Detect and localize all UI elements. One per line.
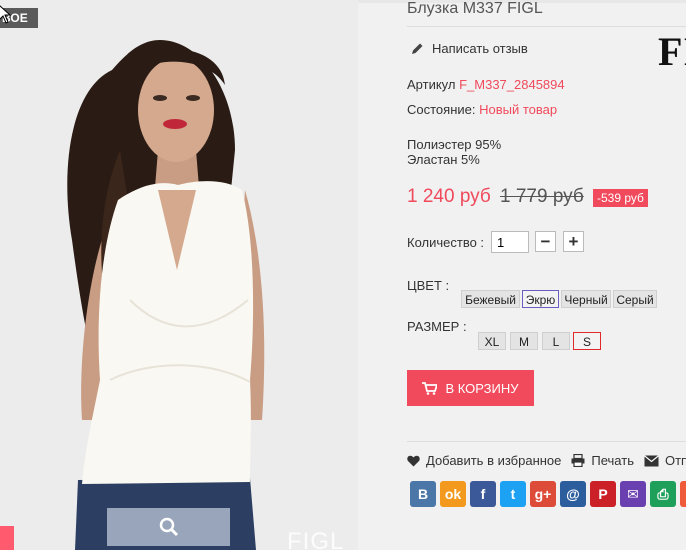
size-label: РАЗМЕР : bbox=[407, 319, 467, 334]
model-image bbox=[0, 0, 358, 550]
vk-icon: B bbox=[417, 486, 429, 502]
printer-icon bbox=[571, 454, 585, 467]
google-plus-share-button[interactable]: g+ bbox=[530, 481, 556, 507]
facebook-icon: f bbox=[480, 486, 486, 502]
print-share-button[interactable]: ⎙ bbox=[650, 481, 676, 507]
size-option-xl[interactable]: XL bbox=[478, 332, 506, 350]
brand-logo: FI bbox=[658, 29, 686, 74]
article-value: F_M337_2845894 bbox=[459, 77, 565, 92]
actions-divider bbox=[407, 441, 686, 442]
condition-label: Состояние: bbox=[407, 102, 476, 117]
photo-watermark: FIGL bbox=[287, 528, 345, 550]
quantity-decrease-button[interactable]: − bbox=[535, 231, 556, 252]
size-option-s[interactable]: S bbox=[573, 332, 601, 350]
send-link[interactable]: Отпр bbox=[644, 453, 686, 468]
article-label: Артикул bbox=[407, 77, 456, 92]
pinterest-icon: P bbox=[598, 486, 608, 502]
quantity-label: Количество : bbox=[407, 235, 485, 250]
odnoklassniki-share-button[interactable]: ok bbox=[440, 481, 466, 507]
facebook-share-button[interactable]: f bbox=[470, 481, 496, 507]
email-icon: ✉ bbox=[627, 485, 639, 502]
envelope-icon bbox=[644, 454, 659, 466]
zoom-button[interactable] bbox=[107, 508, 230, 546]
quantity-input[interactable] bbox=[491, 231, 529, 253]
mouse-cursor-icon bbox=[0, 5, 12, 24]
mail-ru-share-button[interactable]: @ bbox=[560, 481, 586, 507]
heart-icon bbox=[407, 455, 420, 466]
write-review-label: Написать отзыв bbox=[432, 41, 528, 56]
color-option-beige[interactable]: Бежевый bbox=[461, 290, 520, 308]
google-plus-icon: g+ bbox=[534, 486, 552, 502]
send-label: Отпр bbox=[664, 453, 686, 468]
discount-badge: -539 руб bbox=[593, 189, 648, 207]
cart-icon bbox=[422, 381, 438, 395]
zoom-icon bbox=[159, 517, 178, 537]
vk-share-button[interactable]: B bbox=[410, 481, 436, 507]
product-actions: Добавить в избранное Печать Отпр bbox=[407, 453, 686, 468]
odnoklassniki-icon: ok bbox=[444, 486, 462, 502]
condition-row: Состояние: Новый товар bbox=[407, 102, 557, 117]
color-option-grey[interactable]: Серый bbox=[613, 290, 657, 308]
color-option-ecru[interactable]: Экрю bbox=[522, 290, 559, 308]
add-to-cart-button[interactable]: В КОРЗИНУ bbox=[407, 370, 534, 406]
add-to-favorites-label: Добавить в избранное bbox=[426, 453, 562, 468]
more-share-button[interactable]: + bbox=[680, 481, 686, 507]
add-to-favorites-link[interactable]: Добавить в избранное bbox=[407, 453, 561, 468]
title-divider bbox=[407, 26, 686, 27]
size-option-l[interactable]: L bbox=[542, 332, 570, 350]
twitter-share-button[interactable]: t bbox=[500, 481, 526, 507]
pinterest-share-button[interactable]: P bbox=[590, 481, 616, 507]
social-share-bar: Bok f t g+ @ P ✉ ⎙ + bbox=[410, 481, 686, 507]
print-link[interactable]: Печать bbox=[571, 453, 634, 468]
add-to-cart-label: В КОРЗИНУ bbox=[445, 380, 519, 396]
twitter-icon: t bbox=[510, 486, 516, 502]
product-info: Блузка M337 FIGL FI Написать отзыв Артик… bbox=[358, 0, 686, 550]
size-option-m[interactable]: M bbox=[510, 332, 538, 350]
article-row: Артикул F_M337_2845894 bbox=[407, 77, 565, 92]
composition-line-2: Эластан 5% bbox=[407, 152, 480, 167]
color-option-black[interactable]: Черный bbox=[561, 290, 611, 308]
print-label: Печать bbox=[591, 453, 634, 468]
quantity-increase-button[interactable]: + bbox=[563, 231, 584, 252]
print-icon: ⎙ bbox=[657, 485, 669, 502]
write-review-link[interactable]: Написать отзыв bbox=[411, 41, 528, 56]
mail-ru-icon: @ bbox=[566, 486, 580, 502]
product-title: Блузка M337 FIGL bbox=[407, 0, 543, 17]
price-current: 1 240 руб bbox=[407, 186, 491, 207]
condition-value: Новый товар bbox=[479, 102, 558, 117]
color-label: ЦВЕТ : bbox=[407, 278, 450, 293]
price-old: 1 779 руб bbox=[500, 186, 584, 207]
composition-line-1: Полиэстер 95% bbox=[407, 137, 502, 152]
pencil-icon bbox=[412, 43, 423, 54]
email-share-button[interactable]: ✉ bbox=[620, 481, 646, 507]
corner-tag[interactable] bbox=[0, 526, 14, 550]
product-photo[interactable]: ВОЕ FIGL bbox=[0, 0, 358, 550]
